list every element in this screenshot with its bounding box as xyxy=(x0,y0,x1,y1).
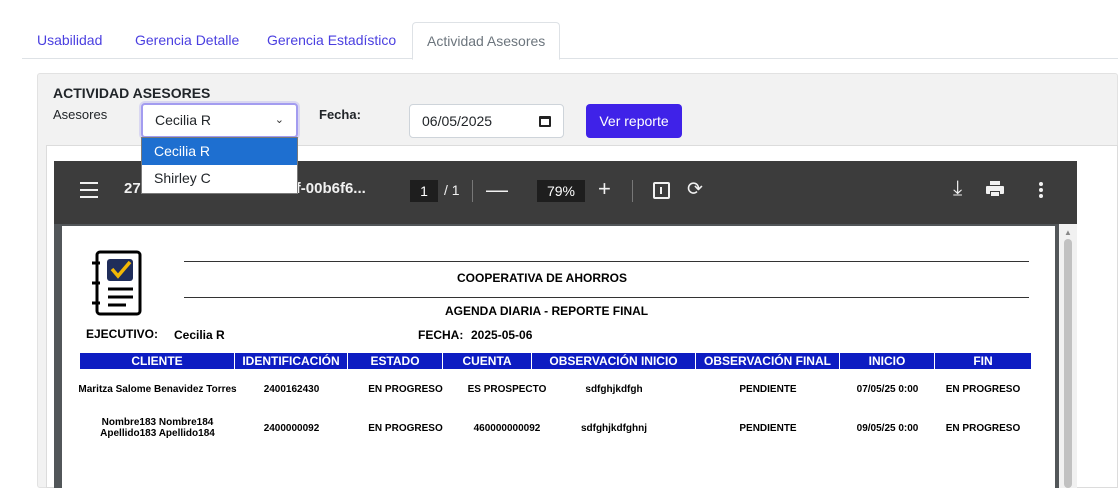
cell-inicio: 09/05/25 0:00 xyxy=(856,423,919,434)
rotate-icon[interactable]: ⟳ xyxy=(687,178,703,201)
ejecutivo-label: EJECUTIVO: xyxy=(86,327,159,341)
menu-icon[interactable] xyxy=(80,182,98,198)
chevron-down-icon: ⌄ xyxy=(274,114,284,126)
report-rule-top xyxy=(184,261,1029,262)
calendar-icon[interactable] xyxy=(539,116,551,127)
zoom-level-input[interactable]: 79% xyxy=(537,180,585,202)
fecha-label: Fecha: xyxy=(319,107,361,122)
asesores-label: Asesores xyxy=(53,107,108,122)
cell-estado: EN PROGRESO xyxy=(368,384,443,395)
cell-cliente-line2: Apellido183 Apellido184 xyxy=(100,428,215,439)
pdf-scrollbar[interactable]: ▲ xyxy=(1059,224,1077,488)
cell-identificacion: 2400000092 xyxy=(263,423,320,434)
scroll-up-icon[interactable]: ▲ xyxy=(1064,228,1072,237)
tab-actividad-asesores[interactable]: Actividad Asesores xyxy=(412,22,561,60)
asesores-dropdown-list: Cecilia R Shirley C xyxy=(141,137,298,194)
cell-observacion-final: PENDIENTE xyxy=(739,423,797,434)
ver-reporte-button[interactable]: Ver reporte xyxy=(586,104,682,138)
nav-tabs: Usabilidad Gerencia Detalle Gerencia Est… xyxy=(22,22,1118,60)
report-subtitle: AGENDA DIARIA - REPORTE FINAL xyxy=(445,304,649,318)
cell-cliente: Nombre183 Nombre184 xyxy=(101,417,214,428)
cell-observacion-inicio: sdfghjkdfghnj xyxy=(580,423,648,434)
cell-estado: EN PROGRESO xyxy=(368,423,443,434)
ejecutivo-value: Cecilia R xyxy=(174,328,225,342)
zoom-out-button[interactable]: — xyxy=(486,177,508,203)
cell-observacion-inicio: sdfghjkdfgh xyxy=(585,384,643,395)
agenda-logo-icon xyxy=(90,249,162,321)
print-icon[interactable] xyxy=(986,181,1004,197)
fit-page-icon[interactable] xyxy=(653,182,670,199)
cell-cliente: Maritza Salome Benavidez Torres xyxy=(78,384,237,395)
column-header: ESTADO xyxy=(348,353,443,369)
page-number-input[interactable]: 1 xyxy=(410,180,438,202)
tab-gerencia-estadistico[interactable]: Gerencia Estadístico xyxy=(267,22,396,59)
download-icon[interactable]: ⤓ xyxy=(953,177,962,201)
fecha-date-input[interactable]: 06/05/2025 xyxy=(409,104,564,138)
column-header: CLIENTE xyxy=(80,353,235,369)
page-total: / 1 xyxy=(444,182,460,198)
report-organization: COOPERATIVA DE AHORROS xyxy=(457,271,628,285)
column-header: OBSERVACIÓN INICIO xyxy=(532,353,696,369)
dropdown-option-shirley[interactable]: Shirley C xyxy=(142,165,297,192)
fecha-value: 06/05/2025 xyxy=(422,113,493,129)
tab-usabilidad[interactable]: Usabilidad xyxy=(37,22,102,59)
more-options-icon[interactable] xyxy=(1039,182,1043,198)
column-header: CUENTA xyxy=(443,353,532,369)
column-header: OBSERVACIÓN FINAL xyxy=(696,353,840,369)
asesores-selected-value: Cecilia R xyxy=(155,112,212,128)
toolbar-divider xyxy=(632,180,633,202)
column-header: IDENTIFICACIÓN xyxy=(235,353,348,369)
cell-fin: EN PROGRESO xyxy=(945,384,1021,395)
column-header: INICIO xyxy=(840,353,935,369)
report-fecha-label: FECHA: xyxy=(418,328,464,342)
card-title: ACTIVIDAD ASESORES xyxy=(53,85,211,101)
report-table-header: CLIENTE IDENTIFICACIÓN ESTADO CUENTA OBS… xyxy=(80,353,1031,369)
toolbar-divider xyxy=(472,180,473,202)
column-header: FIN xyxy=(973,354,993,368)
dropdown-option-cecilia[interactable]: Cecilia R xyxy=(142,138,297,165)
cell-fin: EN PROGRESO xyxy=(945,423,1021,434)
cell-inicio: 07/05/25 0:00 xyxy=(856,384,919,395)
cell-identificacion: 2400162430 xyxy=(263,384,320,395)
zoom-in-button[interactable]: + xyxy=(598,176,611,202)
report-rule-middle xyxy=(184,297,1029,298)
report-fecha-value: 2025-05-06 xyxy=(471,328,533,342)
asesores-select[interactable]: Cecilia R ⌄ xyxy=(141,103,298,138)
cell-observacion-final: PENDIENTE xyxy=(739,384,797,395)
tab-gerencia-detalle[interactable]: Gerencia Detalle xyxy=(135,22,239,59)
scrollbar-thumb[interactable] xyxy=(1064,239,1072,488)
